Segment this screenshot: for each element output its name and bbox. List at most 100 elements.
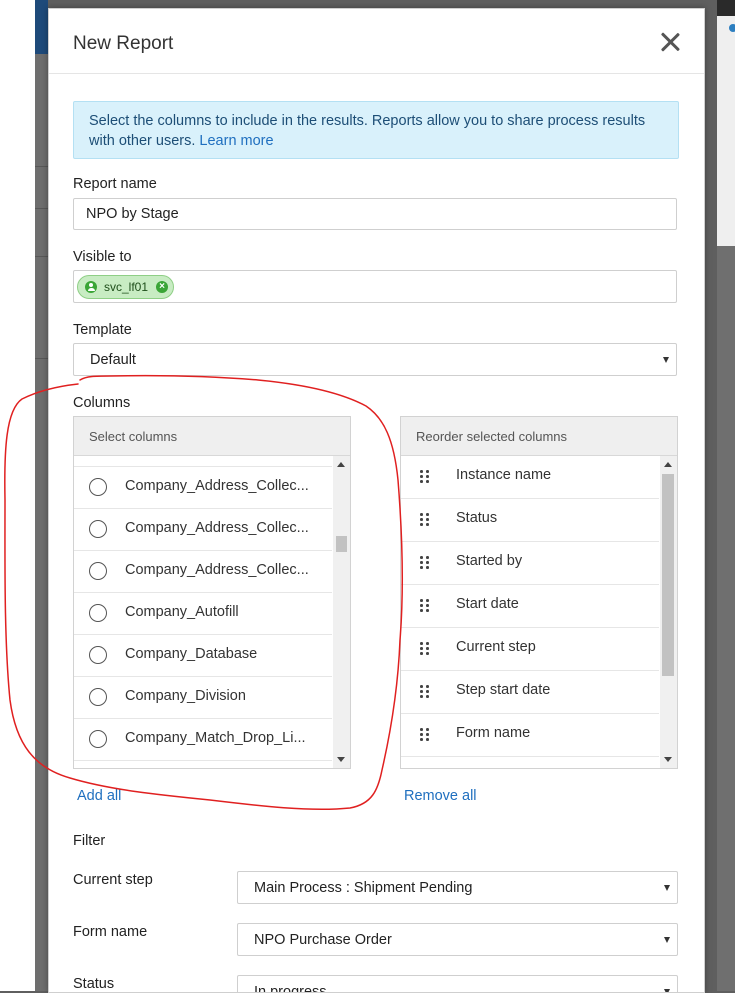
current-step-select[interactable]: Main Process : Shipment Pending [237,871,678,904]
reorder-columns-header: Reorder selected columns [401,417,677,456]
list-item[interactable]: Company_Database [74,635,332,677]
info-message: Select the columns to include in the res… [89,113,646,149]
list-item[interactable]: Step start date [401,671,659,714]
select-columns-panel: Select columns Company_Address_Collec...… [73,416,351,769]
selected-column-label: Instance name [456,467,552,483]
background-overlay-right [717,0,735,991]
selected-column-label: Started by [456,553,523,569]
scroll-up-icon[interactable] [664,462,672,467]
list-item[interactable]: Company_Address_Collec... [74,551,332,593]
user-icon [85,281,97,293]
background-header-bar [35,0,48,54]
scroll-up-icon[interactable] [337,462,345,467]
scroll-down-icon[interactable] [664,757,672,762]
column-option-label: Company_Address_Collec... [125,478,309,494]
list-item[interactable]: Form name [401,714,659,757]
drag-handle-icon[interactable] [420,599,430,613]
list-item[interactable]: Company_Address_Collec... [74,509,332,551]
selected-column-label: Status [456,510,498,526]
close-icon[interactable] [657,29,683,55]
columns-label: Columns [73,395,131,411]
column-option-label: Company_Match_Drop_Li... [125,730,306,746]
template-value: Default [90,352,136,368]
list-item[interactable]: Instance name [401,456,659,499]
select-columns-header: Select columns [74,417,350,456]
drag-handle-icon[interactable] [420,470,430,484]
background-side-panel [717,16,735,246]
list-item[interactable]: Started by [401,542,659,585]
selected-columns-panel: Reorder selected columns Instance name S… [400,416,678,769]
radio-button[interactable] [89,646,107,664]
drag-handle-icon[interactable] [420,642,430,656]
column-option-label: Company_Division [125,688,246,704]
column-option-label: Company_Autofill [125,604,239,620]
background-topbar [717,0,735,16]
current-step-value: Main Process : Shipment Pending [254,880,473,896]
add-all-link[interactable]: Add all [77,788,121,804]
visible-to-input[interactable]: svc_lf01 × [73,270,677,303]
list-item[interactable]: Status [401,499,659,542]
selected-column-label: Step start date [456,682,551,698]
selected-columns-scrollbar[interactable] [660,456,677,768]
status-label: Status [73,976,115,992]
user-chip-label: svc_lf01 [104,280,149,294]
report-name-label: Report name [73,176,157,192]
dialog-header: New Report [49,9,704,74]
background-page-edge [0,0,35,991]
learn-more-link[interactable]: Learn more [199,133,273,149]
info-banner: Select the columns to include in the res… [73,101,679,159]
selected-column-label: Start date [456,596,519,612]
form-name-select[interactable]: NPO Purchase Order [237,923,678,956]
radio-button[interactable] [89,520,107,538]
list-item[interactable]: Current step [401,628,659,671]
form-name-value: NPO Purchase Order [254,932,392,948]
filter-label: Filter [73,833,106,849]
selected-columns-list: Instance name Status Started by Start da… [401,456,659,768]
list-item[interactable]: Company_Match_Drop_Li... [74,719,332,761]
info-banner-text: Select the columns to include in the res… [89,111,669,151]
selected-column-label: Current step [456,639,536,655]
radio-button[interactable] [89,730,107,748]
radio-button[interactable] [89,688,107,706]
select-columns-title: Select columns [89,429,178,444]
status-select[interactable]: In progress [237,975,678,993]
template-label: Template [73,322,132,338]
radio-button[interactable] [89,562,107,580]
visible-to-label: Visible to [73,249,132,265]
chevron-down-icon [664,937,670,943]
background-overlay-left [35,54,48,991]
drag-handle-icon[interactable] [420,556,430,570]
dialog-title: New Report [73,33,174,54]
template-select[interactable]: Default [73,343,677,376]
column-option-label: Company_Database [125,646,258,662]
list-item[interactable]: Company_Autofill [74,593,332,635]
selected-column-label: Form name [456,725,531,741]
column-option-label: Company_Address_Collec... [125,520,309,536]
remove-user-icon[interactable]: × [156,281,168,293]
available-columns-scrollbar[interactable] [333,456,350,768]
chevron-down-icon [663,357,669,363]
list-item-partial [74,456,332,467]
status-value: In progress [254,984,327,993]
form-name-label: Form name [73,924,148,940]
scroll-thumb[interactable] [662,474,674,676]
drag-handle-icon[interactable] [420,728,430,742]
background-indicator-icon [729,24,735,32]
chevron-down-icon [664,989,670,992]
column-option-label: Company_Address_Collec... [125,562,309,578]
drag-handle-icon[interactable] [420,685,430,699]
radio-button[interactable] [89,604,107,622]
scroll-down-icon[interactable] [337,757,345,762]
scroll-thumb[interactable] [336,536,347,552]
list-item[interactable]: Company_Division [74,677,332,719]
drag-handle-icon[interactable] [420,513,430,527]
chevron-down-icon [664,885,670,891]
current-step-label: Current step [73,872,153,888]
remove-all-link[interactable]: Remove all [404,788,477,804]
list-item[interactable]: Start date [401,585,659,628]
radio-button[interactable] [89,478,107,496]
list-item[interactable]: Company_Address_Collec... [74,467,332,509]
new-report-dialog: New Report Select the columns to include… [48,8,705,993]
available-columns-list: Company_Address_Collec... Company_Addres… [74,456,332,768]
report-name-input[interactable] [73,198,677,230]
